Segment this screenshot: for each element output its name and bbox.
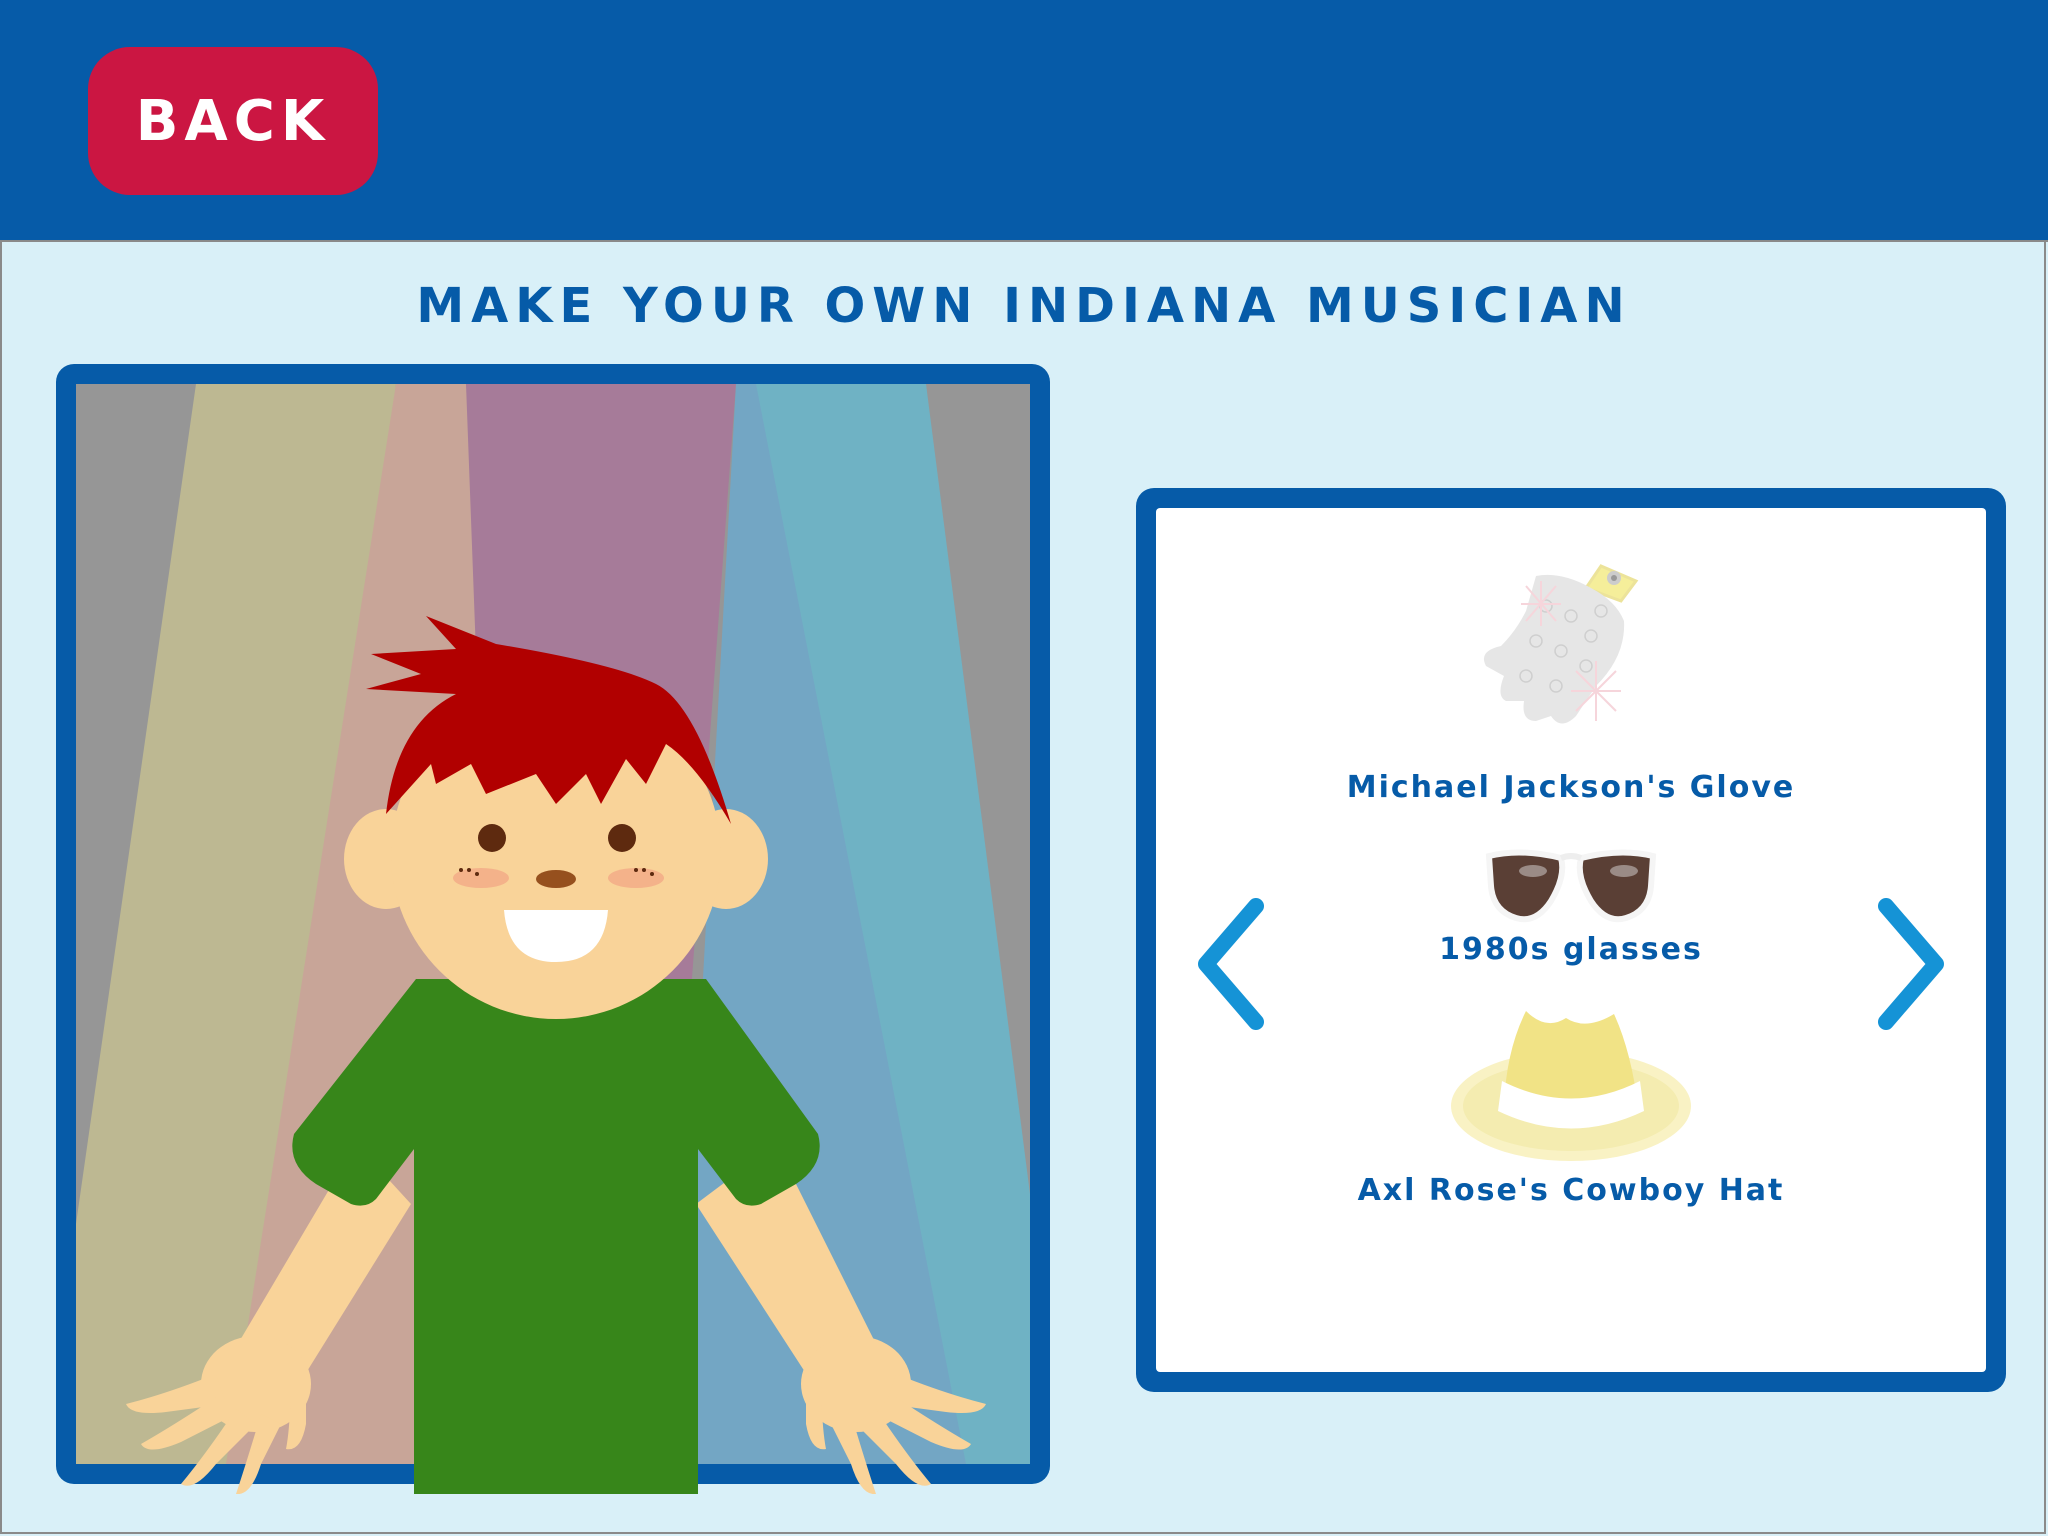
- character-stage: [76, 384, 1030, 1494]
- page-title: MAKE YOUR OWN INDIANA MUSICIAN: [416, 278, 1632, 334]
- accessory-label-hat[interactable]: Axl Rose's Cowboy Hat: [1156, 1173, 1986, 1208]
- glove-icon[interactable]: [1466, 526, 1676, 736]
- header-bar: BACK: [0, 0, 2048, 242]
- accessory-list: Michael Jackson's Glove 1980s glasses Ax…: [1156, 508, 1986, 1372]
- accessory-label-glove[interactable]: Michael Jackson's Glove: [1156, 770, 1986, 805]
- chevron-left-icon[interactable]: [1194, 894, 1274, 1034]
- sunglasses-icon[interactable]: [1481, 846, 1661, 926]
- accessory-label-glasses[interactable]: 1980s glasses: [1156, 932, 1986, 967]
- accessory-picker-panel: Michael Jackson's Glove 1980s glasses Ax…: [1136, 488, 2006, 1392]
- cowboy-hat-icon[interactable]: [1446, 1006, 1696, 1166]
- back-button[interactable]: BACK: [88, 47, 378, 195]
- chevron-right-icon[interactable]: [1868, 894, 1948, 1034]
